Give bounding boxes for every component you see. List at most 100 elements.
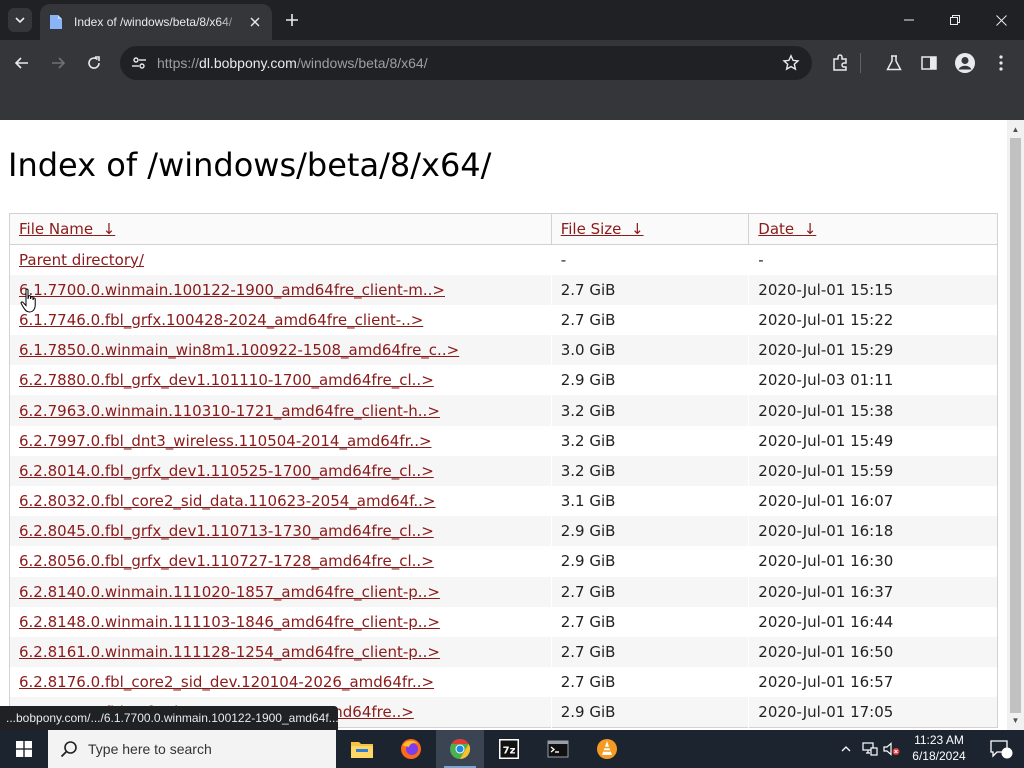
firefox-app[interactable]	[387, 730, 435, 768]
file-size: -	[550, 244, 749, 275]
table-row: 6.2.8014.0.fbl_grfx_dev1.110525-1700_amd…	[9, 455, 998, 486]
sort-by-size-link[interactable]: File Size ↓	[561, 220, 644, 238]
scroll-down-arrow-icon[interactable]: ▼	[1011, 716, 1020, 725]
page-scrollbar[interactable]: ▲ ▼	[1007, 120, 1024, 730]
tab-search-button[interactable]	[8, 8, 32, 32]
url-scheme: https://	[157, 55, 200, 71]
profile-avatar-icon[interactable]	[954, 52, 976, 74]
taskbar-clock[interactable]: 11:23 AM 6/18/2024	[900, 732, 978, 764]
file-date: 2020-Jul-01 16:44	[748, 606, 998, 637]
sort-arrow-icon: ↓	[102, 220, 116, 238]
header-date: Date ↓	[748, 213, 998, 245]
minimize-button[interactable]	[886, 0, 932, 40]
plus-icon	[286, 14, 298, 26]
network-tray-icon[interactable]	[860, 730, 880, 768]
parent-directory-link[interactable]: Parent directory/	[19, 251, 144, 269]
vlc-cone-icon	[597, 739, 617, 759]
file-link[interactable]: 6.2.8045.0.fbl_grfx_dev1.110713-1730_amd…	[19, 522, 434, 540]
table-row: 6.2.8032.0.fbl_core2_sid_data.110623-205…	[10, 486, 998, 517]
menu-kebab-icon[interactable]	[990, 52, 1012, 74]
table-row: 6.2.8176.0.fbl_core2_sid_dev.120104-2026…	[10, 667, 998, 698]
file-link[interactable]: 6.2.8014.0.fbl_grfx_dev1.110525-1700_amd…	[19, 462, 434, 480]
scroll-thumb[interactable]	[1010, 138, 1021, 713]
back-button[interactable]	[8, 49, 36, 77]
window-controls	[886, 0, 1024, 40]
page-title: Index of /windows/beta/8/x64/	[8, 146, 492, 184]
notification-center-button[interactable]: 7	[978, 730, 1024, 768]
file-link[interactable]: 6.2.8140.0.winmain.111020-1857_amd64fre_…	[19, 583, 440, 601]
side-panel-icon[interactable]	[918, 52, 940, 74]
chrome-app[interactable]	[436, 730, 484, 768]
table-row: 6.2.7997.0.fbl_dnt3_wireless.110504-2014…	[10, 425, 998, 456]
file-link[interactable]: 6.2.8056.0.fbl_grfx_dev1.110727-1728_amd…	[19, 552, 434, 570]
file-link[interactable]: 6.2.8161.0.winmain.111128-1254_amd64fre_…	[19, 643, 440, 661]
file-size: 2.7 GiB	[550, 304, 749, 336]
file-date: 2020-Jul-01 16:37	[748, 576, 998, 607]
site-settings-icon[interactable]	[130, 54, 148, 72]
file-link[interactable]: 6.1.7850.0.winmain_win8m1.100922-1508_am…	[19, 341, 459, 359]
bookmarks-bar	[0, 86, 1024, 120]
restore-button[interactable]	[932, 0, 978, 40]
file-date: 2020-Jul-01 16:18	[748, 516, 998, 547]
chrome-icon	[450, 738, 471, 760]
sort-by-date-link[interactable]: Date ↓	[758, 220, 816, 238]
scroll-up-arrow-icon[interactable]: ▲	[1011, 125, 1020, 134]
header-date-label: Date	[758, 220, 795, 238]
file-date: 2020-Jul-01 16:07	[748, 486, 998, 517]
new-tab-button[interactable]	[280, 8, 304, 32]
tab-active[interactable]: Index of /windows/beta/8/x64/	[40, 4, 272, 40]
clock-time: 11:23 AM	[914, 733, 964, 747]
file-link[interactable]: 6.2.8148.0.winmain.111103-1846_amd64fre_…	[19, 613, 440, 631]
file-link[interactable]: 6.2.7880.0.fbl_grfx_dev1.101110-1700_amd…	[19, 371, 434, 389]
url-host: dl.bobpony.com	[199, 55, 297, 71]
sort-by-name-link[interactable]: File Name ↓	[19, 220, 115, 238]
windows-logo-icon	[16, 741, 32, 757]
header-file-size: File Size ↓	[550, 213, 749, 245]
file-link[interactable]: 6.2.7997.0.fbl_dnt3_wireless.110504-2014…	[19, 432, 432, 450]
table-row: 6.1.7850.0.winmain_win8m1.100922-1508_am…	[9, 335, 998, 366]
bookmark-star-icon[interactable]	[782, 54, 800, 72]
file-date: 2020-Jul-01 17:05	[748, 697, 998, 728]
url-text: https://dl.bobpony.com/windows/beta/8/x6…	[157, 55, 428, 71]
file-date: 2020-Jul-01 15:22	[748, 304, 998, 336]
close-window-button[interactable]	[978, 0, 1024, 40]
file-explorer-app[interactable]	[338, 730, 386, 768]
url-path: /windows/beta/8/x64/	[296, 55, 428, 71]
file-link[interactable]: 6.2.8032.0.fbl_core2_sid_data.110623-205…	[19, 492, 436, 510]
start-button[interactable]	[0, 730, 48, 768]
taskbar-search-box[interactable]: Type here to search	[48, 730, 336, 768]
tab-title: Index of /windows/beta/8/x64/	[74, 15, 233, 29]
file-link[interactable]: 6.2.7963.0.winmain.110310-1721_amd64fre_…	[19, 402, 440, 420]
file-date: 2020-Jul-01 15:38	[748, 395, 998, 426]
search-placeholder: Type here to search	[88, 741, 212, 757]
link-status-bubble: ...bobpony.com/.../6.1.7700.0.winmain.10…	[0, 706, 338, 730]
address-bar[interactable]: https://dl.bobpony.com/windows/beta/8/x6…	[120, 46, 812, 80]
extensions-icon[interactable]	[829, 52, 851, 74]
windows-taskbar: Type here to search 7z 11:23 AM 6/18/202…	[0, 730, 1024, 768]
terminal-app[interactable]	[534, 730, 582, 768]
table-row: 6.2.7963.0.winmain.110310-1721_amd64fre_…	[9, 395, 998, 426]
7zip-app[interactable]: 7z	[485, 730, 533, 768]
header-file-name: File Name ↓	[9, 213, 552, 245]
file-link[interactable]: 6.1.7700.0.winmain.100122-1900_amd64fre_…	[19, 281, 445, 299]
tab-close-icon[interactable]	[246, 13, 264, 31]
volume-muted-tray-icon[interactable]	[882, 730, 902, 768]
file-date: 2020-Jul-01 15:29	[748, 335, 998, 366]
folder-icon	[351, 742, 373, 758]
labs-flask-icon[interactable]	[883, 52, 905, 74]
vlc-app[interactable]	[583, 730, 631, 768]
arrow-left-icon	[14, 57, 28, 69]
hand-cursor-icon	[20, 288, 36, 313]
tray-overflow-button[interactable]	[836, 730, 856, 768]
file-size: 2.9 GiB	[550, 365, 749, 396]
page-content: Index of /windows/beta/8/x64/ File Name …	[0, 120, 1007, 730]
reload-button[interactable]	[80, 49, 108, 77]
listing-body: Parent directory/ - - 6.1.7700.0.winmain.1…	[9, 244, 998, 728]
file-link[interactable]: 6.1.7746.0.fbl_grfx.100428-2024_amd64fre…	[19, 311, 423, 329]
file-size: 2.9 GiB	[550, 546, 749, 577]
file-link[interactable]: 6.2.8176.0.fbl_core2_sid_dev.120104-2026…	[19, 673, 434, 691]
file-date: 2020-Jul-01 15:59	[748, 455, 998, 486]
forward-button[interactable]	[44, 49, 72, 77]
table-header-row: File Name ↓ File Size ↓ Date ↓	[9, 213, 998, 245]
directory-listing-table: File Name ↓ File Size ↓ Date ↓ Parent di…	[9, 213, 998, 728]
